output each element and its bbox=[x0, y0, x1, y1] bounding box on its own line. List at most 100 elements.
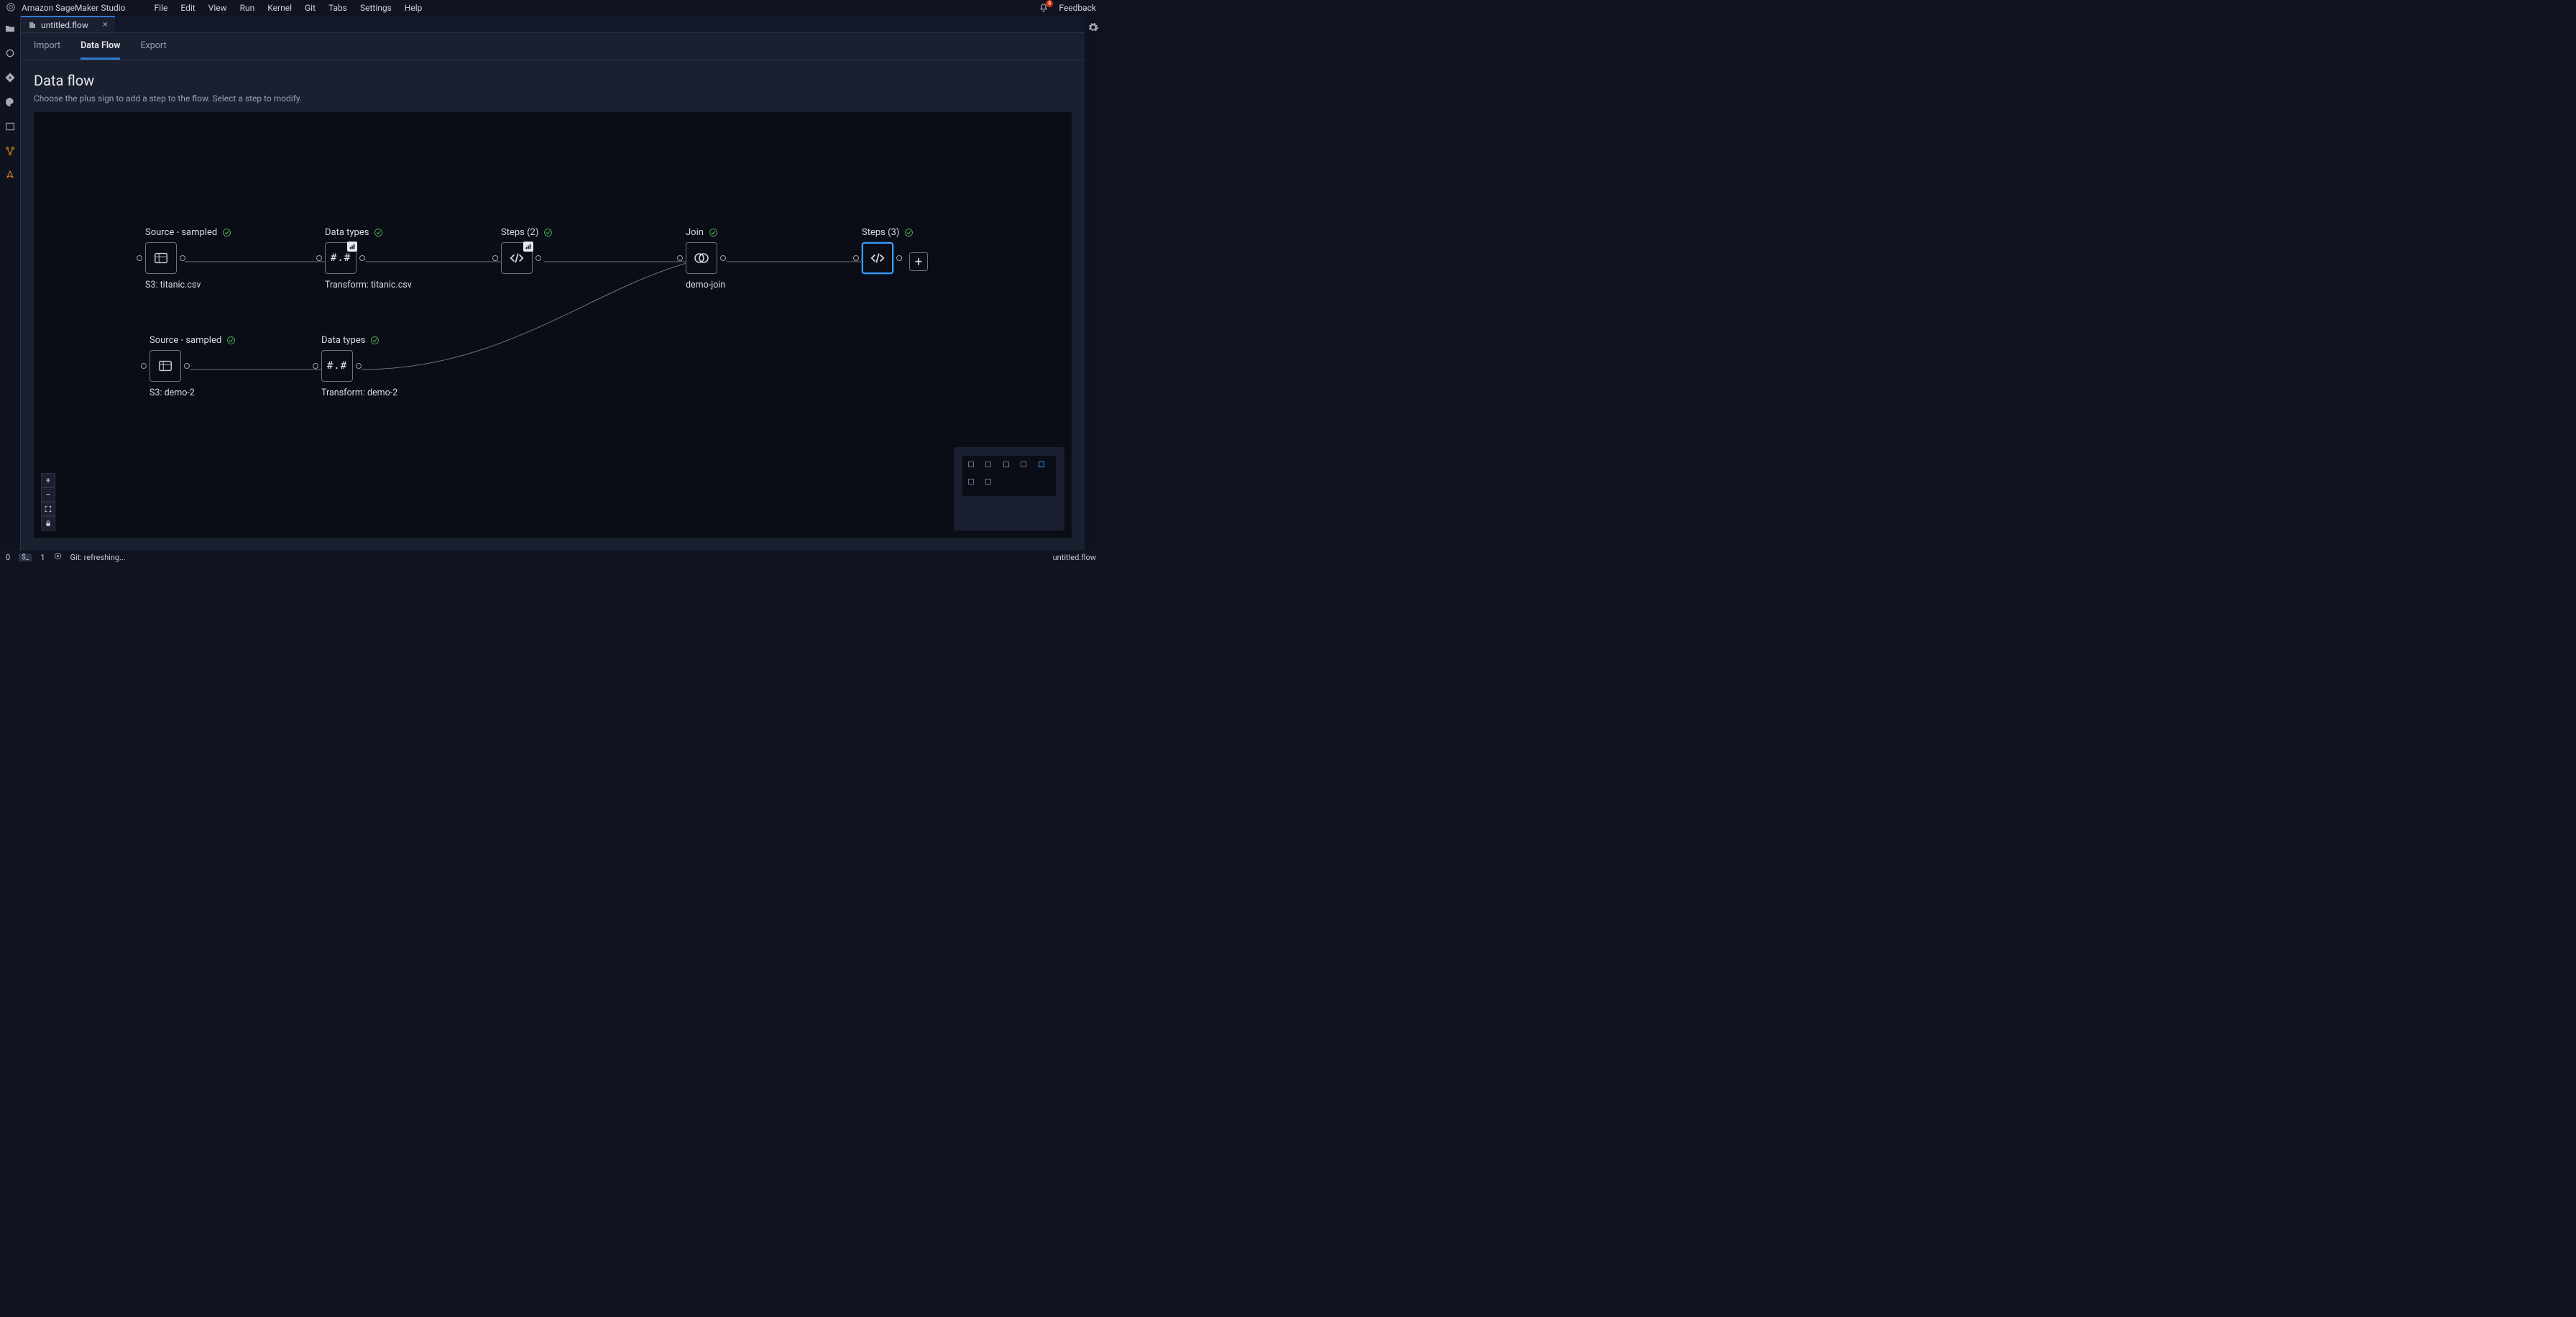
node-source-demo2[interactable]: Source - sampled S3: demo-2 bbox=[150, 335, 236, 398]
check-icon bbox=[543, 227, 553, 238]
notifications-button[interactable]: 4 bbox=[1039, 3, 1049, 13]
minimap-node bbox=[968, 462, 974, 467]
app-title: Amazon SageMaker Studio bbox=[22, 3, 126, 13]
port-in[interactable] bbox=[313, 363, 318, 369]
palette-icon[interactable] bbox=[4, 96, 16, 108]
terminal-icon[interactable]: $_ bbox=[19, 554, 32, 561]
folder-icon[interactable] bbox=[4, 23, 16, 35]
feedback-link[interactable]: Feedback bbox=[1059, 3, 1096, 13]
port-out[interactable] bbox=[896, 255, 902, 261]
status-kernel-count: 1 bbox=[40, 553, 45, 562]
node-join[interactable]: Join demo-join bbox=[686, 227, 725, 290]
check-icon bbox=[708, 227, 719, 238]
menu-file[interactable]: File bbox=[155, 3, 168, 13]
file-tab-untitled[interactable]: untitled.flow × bbox=[21, 16, 115, 32]
port-in[interactable] bbox=[853, 255, 859, 261]
minimap-empty bbox=[1021, 479, 1026, 485]
node-datatypes-titanic[interactable]: Data types #.# Transform: titanic.csv bbox=[325, 227, 412, 290]
check-icon bbox=[226, 335, 236, 346]
port-in[interactable] bbox=[492, 255, 498, 261]
join-icon bbox=[693, 249, 710, 267]
menu-git[interactable]: Git bbox=[305, 3, 316, 13]
zoom-out-button[interactable]: − bbox=[41, 487, 55, 502]
lock-button[interactable] bbox=[41, 516, 55, 531]
check-icon bbox=[903, 227, 914, 238]
port-out[interactable] bbox=[356, 363, 362, 369]
minimap-node bbox=[985, 462, 991, 467]
node-datatypes-demo2[interactable]: Data types #.# Transform: demo-2 bbox=[321, 335, 397, 398]
flow-file-icon bbox=[28, 21, 37, 29]
flow-icon[interactable] bbox=[4, 145, 16, 157]
node-title: Source - sampled bbox=[145, 227, 217, 238]
gear-icon[interactable] bbox=[1087, 22, 1099, 36]
port-in[interactable] bbox=[316, 255, 322, 261]
status-process-count: 0 bbox=[6, 553, 10, 562]
code-icon bbox=[870, 250, 886, 266]
port-out[interactable] bbox=[720, 255, 726, 261]
minimap-node bbox=[1003, 462, 1009, 467]
minimap-empty bbox=[1039, 479, 1044, 485]
close-tab-button[interactable]: × bbox=[103, 19, 108, 30]
tab-export[interactable]: Export bbox=[140, 40, 166, 60]
node-title: Data types bbox=[321, 335, 365, 346]
circle-icon[interactable] bbox=[4, 47, 16, 59]
port-in[interactable] bbox=[137, 255, 142, 261]
port-in[interactable] bbox=[677, 255, 683, 261]
node-title: Join bbox=[686, 227, 704, 238]
menu-view[interactable]: View bbox=[208, 3, 227, 13]
zoom-fit-button[interactable] bbox=[41, 502, 55, 516]
port-out[interactable] bbox=[184, 363, 190, 369]
node-subtitle: Transform: demo-2 bbox=[321, 387, 397, 398]
status-git: Git: refreshing... bbox=[70, 553, 126, 562]
tab-import[interactable]: Import bbox=[34, 40, 60, 60]
check-icon bbox=[373, 227, 384, 238]
menu-run[interactable]: Run bbox=[240, 3, 255, 13]
port-out[interactable] bbox=[535, 255, 541, 261]
minimap-node bbox=[968, 479, 974, 485]
chart-badge-icon[interactable] bbox=[347, 242, 357, 252]
dataset-icon bbox=[153, 250, 169, 266]
node-subtitle: S3: titanic.csv bbox=[145, 280, 232, 290]
menu-edit[interactable]: Edit bbox=[180, 3, 195, 13]
menu-kernel[interactable]: Kernel bbox=[267, 3, 292, 13]
node-title: Data types bbox=[325, 227, 369, 238]
port-out[interactable] bbox=[180, 255, 185, 261]
port-in[interactable] bbox=[141, 363, 147, 369]
data-types-icon: #.# bbox=[331, 252, 351, 264]
panel-icon[interactable] bbox=[4, 121, 16, 132]
node-steps-3[interactable]: Steps (3) bbox=[862, 227, 914, 274]
notification-count: 4 bbox=[1046, 0, 1054, 7]
check-icon bbox=[221, 227, 232, 238]
page-subtitle: Choose the plus sign to add a step to th… bbox=[34, 93, 1072, 104]
tab-data-flow[interactable]: Data Flow bbox=[80, 40, 120, 60]
node-source-titanic[interactable]: Source - sampled S3: titanic.csv bbox=[145, 227, 232, 290]
node-steps-2[interactable]: Steps (2) bbox=[501, 227, 553, 274]
flow-canvas[interactable]: Source - sampled S3: titanic.csv bbox=[34, 112, 1072, 538]
page-title: Data flow bbox=[34, 72, 1072, 89]
node-subtitle: Transform: titanic.csv bbox=[325, 280, 412, 290]
menu-settings[interactable]: Settings bbox=[360, 3, 392, 13]
zoom-in-button[interactable]: + bbox=[41, 473, 55, 487]
node-subtitle: S3: demo-2 bbox=[150, 387, 236, 398]
minimap-node bbox=[985, 479, 991, 485]
edges bbox=[34, 112, 1072, 538]
menu-tabs[interactable]: Tabs bbox=[328, 3, 347, 13]
git-icon[interactable] bbox=[4, 72, 16, 83]
compass-icon[interactable] bbox=[4, 170, 16, 181]
sagemaker-logo-icon bbox=[6, 2, 16, 14]
minimap-node bbox=[1021, 462, 1026, 467]
file-tab-label: untitled.flow bbox=[41, 20, 88, 30]
menu-help[interactable]: Help bbox=[405, 3, 423, 13]
port-out[interactable] bbox=[359, 255, 365, 261]
status-kernel-icon[interactable] bbox=[54, 552, 62, 562]
node-title: Source - sampled bbox=[150, 335, 221, 346]
node-subtitle: demo-join bbox=[686, 280, 725, 290]
minimap-empty bbox=[1003, 479, 1009, 485]
add-step-button[interactable]: + bbox=[909, 252, 928, 271]
code-icon bbox=[509, 250, 525, 266]
dataset-icon bbox=[157, 358, 173, 374]
chart-badge-icon[interactable] bbox=[523, 242, 533, 252]
minimap[interactable] bbox=[954, 447, 1064, 531]
check-icon bbox=[369, 335, 380, 346]
node-title: Steps (2) bbox=[501, 227, 538, 238]
